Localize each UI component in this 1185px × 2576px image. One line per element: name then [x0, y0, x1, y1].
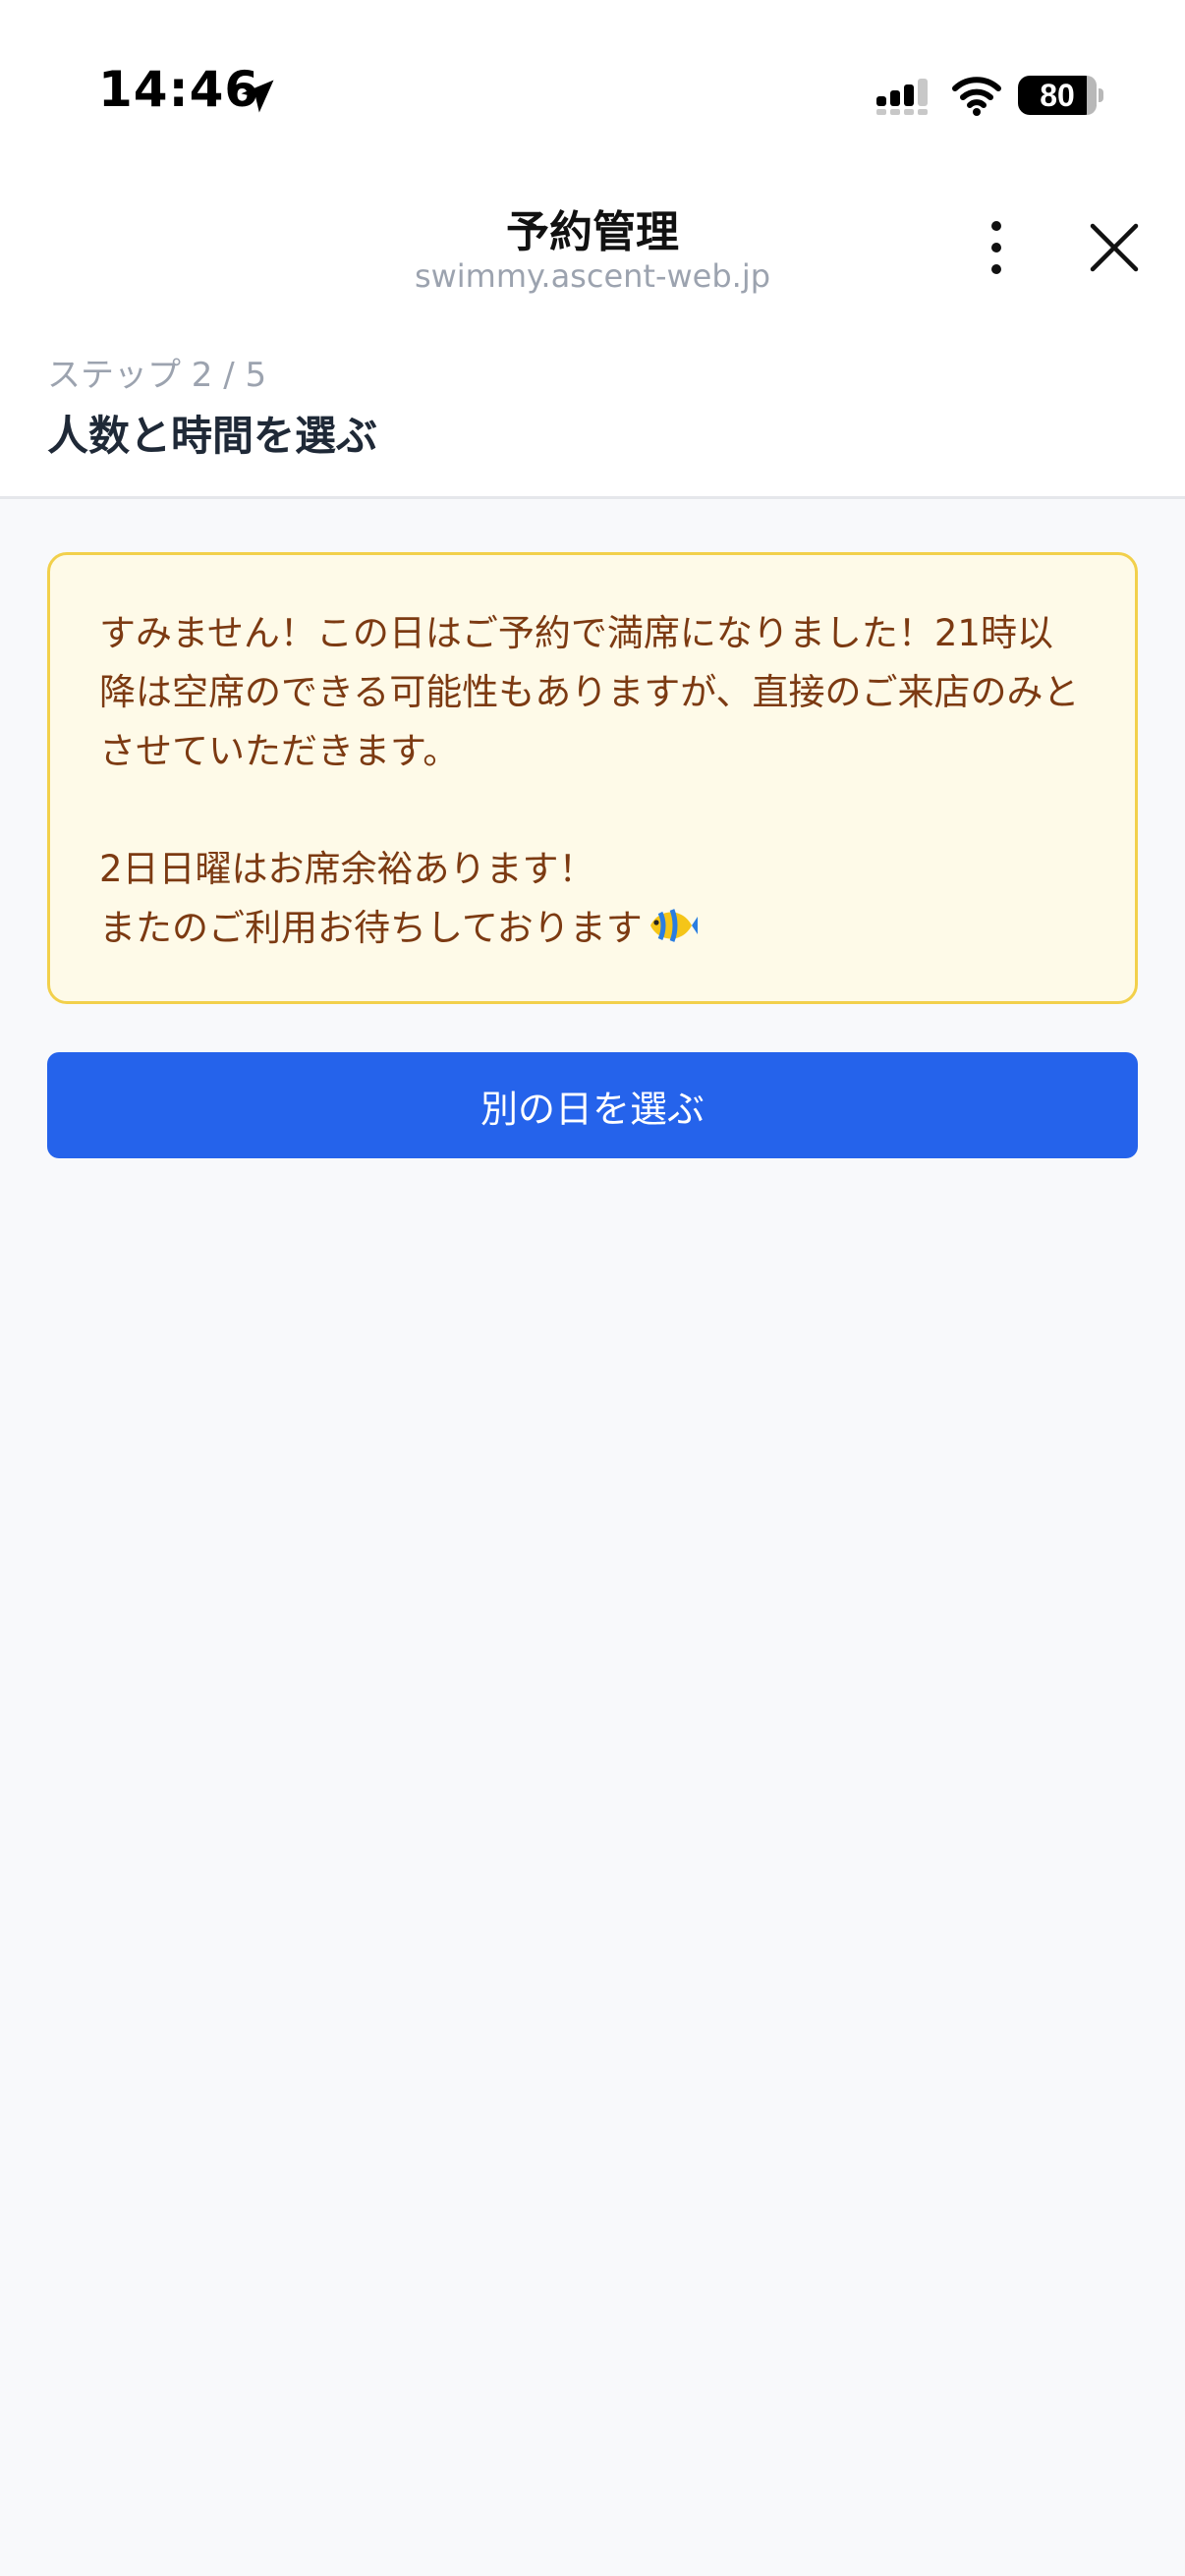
notice-message: すみません！この日はご予約で満席になりました！21時以降は空席のできる可能性もあ…	[99, 612, 1080, 949]
cellular-signal-icon	[876, 79, 928, 115]
choose-other-day-button[interactable]: 別の日を選ぶ	[47, 1052, 1138, 1158]
top-area: 14:46 80 予約管理 swimmy.ascent-web.jp ステップ …	[0, 0, 1185, 499]
wifi-icon	[952, 77, 1001, 116]
battery-empty-segment	[1087, 76, 1097, 115]
tropical-fish-icon	[649, 909, 698, 942]
step-title: 人数と時間を選ぶ	[47, 412, 378, 460]
location-arrow-icon	[241, 80, 274, 113]
battery-indicator: 80	[1018, 76, 1097, 115]
more-options-icon[interactable]	[979, 218, 1014, 277]
fully-booked-notice: すみません！この日はご予約で満席になりました！21時以降は空席のできる可能性もあ…	[47, 552, 1138, 1004]
battery-nub	[1099, 88, 1103, 102]
step-indicator: ステップ 2 / 5	[47, 356, 267, 395]
close-icon[interactable]	[1089, 222, 1140, 273]
